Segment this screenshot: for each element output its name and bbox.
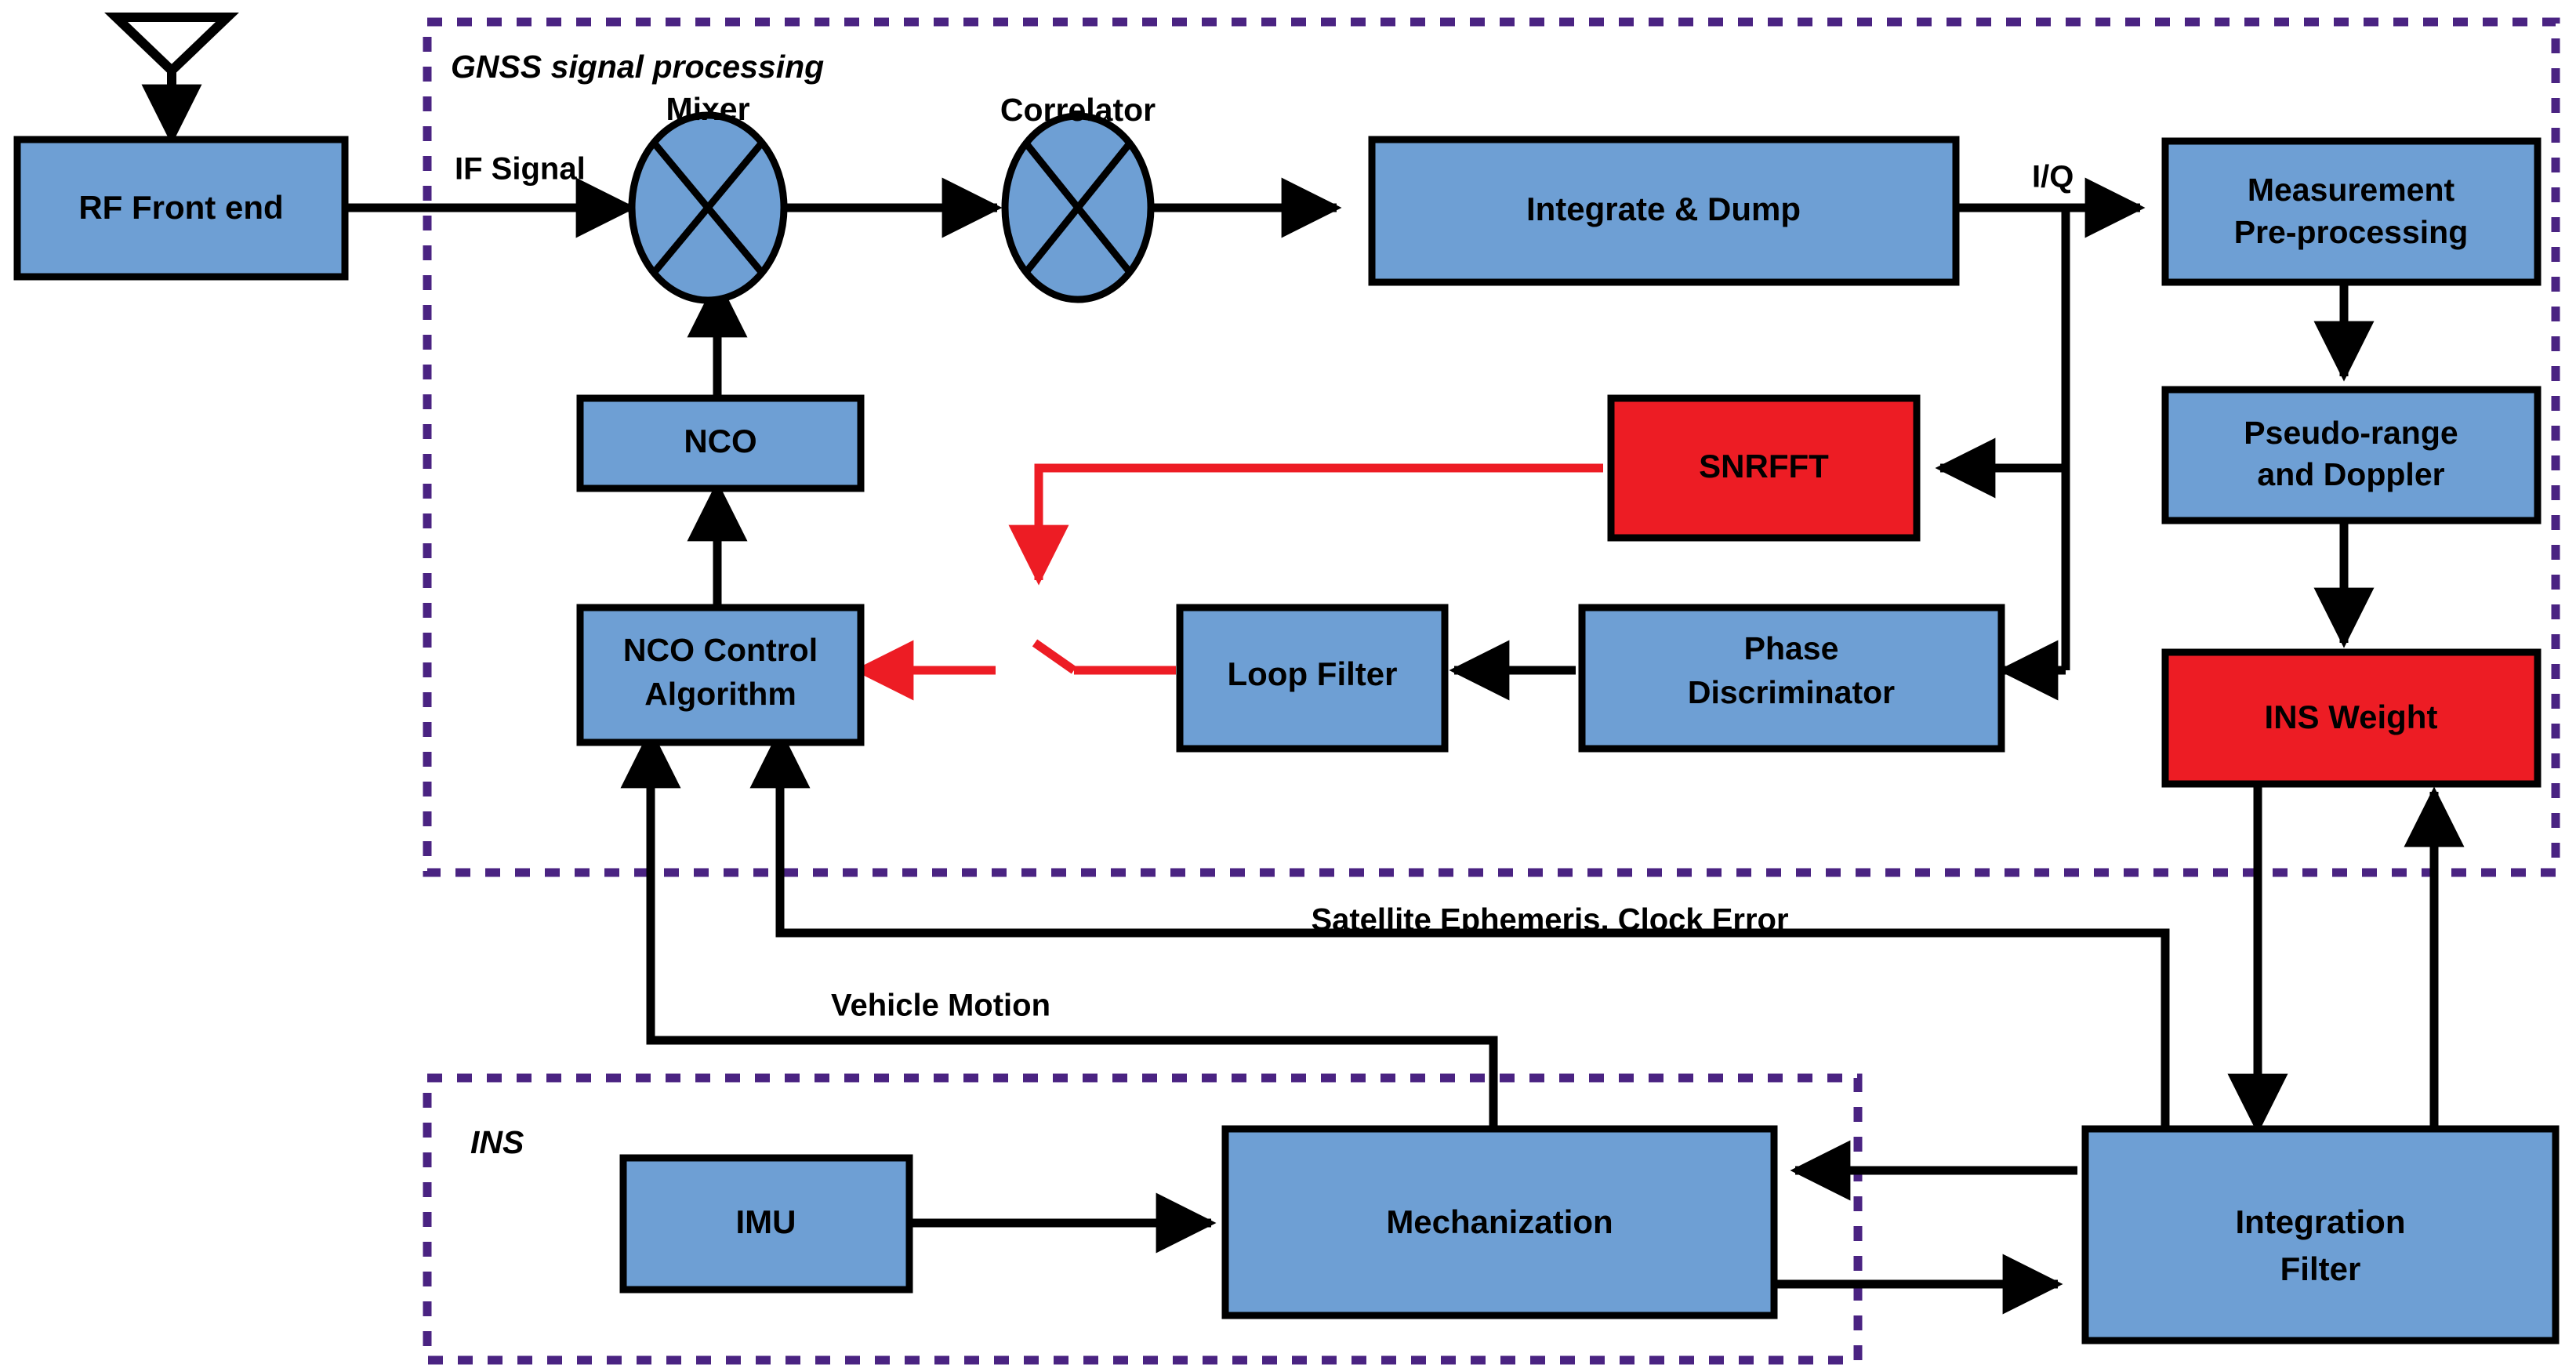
edge-label-satellite-ephemeris-clock-error: Satellite Ephemeris, Clock Error	[1311, 903, 1788, 938]
measurement-pre-processing-box[interactable]	[2161, 137, 2542, 286]
phase-discriminator-label-line1: Phase	[1744, 630, 1839, 666]
switch-icon[interactable]	[1032, 639, 1077, 674]
block-nco[interactable]: NCO	[576, 394, 865, 492]
edge-label-vehicle-motion: Vehicle Motion	[831, 989, 1050, 1023]
antenna-icon	[104, 13, 239, 145]
integration-filter-label-line1: Integration	[2236, 1203, 2406, 1240]
integrate-dump-label: Integrate & Dump	[1526, 191, 1801, 227]
mechanization-label: Mechanization	[1386, 1203, 1613, 1240]
nco-control-algorithm-label-line2: Algorithm	[644, 676, 796, 712]
ins-weight-label: INS Weight	[2265, 699, 2438, 735]
block-snrfft[interactable]: SNRFFT	[1607, 394, 1921, 542]
block-loop-filter[interactable]: Loop Filter	[1176, 604, 1449, 753]
edge-label-if-signal: IF Signal	[455, 152, 586, 187]
measurement-pre-processing-label-line2: Pre-processing	[2234, 214, 2469, 250]
pseudo-range-doppler-label-line2: and Doppler	[2257, 456, 2444, 492]
pseudo-range-doppler-label-line1: Pseudo-range	[2244, 415, 2458, 451]
measurement-pre-processing-label-line1: Measurement	[2248, 172, 2455, 208]
imu-label: IMU	[736, 1203, 796, 1240]
mixer-label: Mixer	[666, 91, 749, 127]
block-phase-discriminator[interactable]: Phase Discriminator	[1578, 604, 2005, 753]
loop-filter-label: Loop Filter	[1228, 655, 1398, 692]
block-imu[interactable]: IMU	[619, 1154, 913, 1294]
phase-discriminator-label-line2: Discriminator	[1688, 674, 1895, 710]
ins-group-label: INS	[470, 1124, 524, 1160]
switch-lever[interactable]	[1032, 639, 1077, 674]
block-mechanization[interactable]: Mechanization	[1221, 1125, 1778, 1319]
nco-label: NCO	[684, 423, 756, 459]
edge-label-iq: I/Q	[2032, 160, 2073, 194]
rf-front-end-label: RF Front end	[78, 189, 283, 226]
integration-filter-label-line2: Filter	[2280, 1250, 2361, 1287]
block-mixer[interactable]: Mixer	[628, 91, 788, 304]
block-correlator[interactable]: Correlator	[1000, 92, 1156, 303]
pseudo-range-doppler-box[interactable]	[2161, 386, 2542, 524]
gnss-group-label: GNSS signal processing	[451, 49, 824, 85]
block-diagram-canvas: GNSS signal processing INS RF Front end …	[0, 0, 2576, 1368]
block-integrate-dump[interactable]: Integrate & Dump	[1368, 136, 1960, 286]
correlator-label: Correlator	[1000, 92, 1156, 128]
diagram-svg: GNSS signal processing INS RF Front end …	[13, 13, 2560, 1365]
block-integration-filter[interactable]: Integration Filter	[2081, 1125, 2560, 1344]
block-rf-front-end[interactable]: RF Front end	[13, 136, 349, 281]
nco-control-algorithm-label-line1: NCO Control	[623, 632, 818, 668]
snrfft-label: SNRFFT	[1699, 448, 1829, 484]
block-ins-weight[interactable]: INS Weight	[2161, 648, 2542, 788]
block-nco-control-algorithm[interactable]: NCO Control Algorithm	[576, 604, 865, 746]
wire-snrfft-to-switch	[1008, 463, 1603, 586]
block-measurement-pre-processing[interactable]: Measurement Pre-processing	[2161, 137, 2542, 286]
block-pseudo-range-doppler[interactable]: Pseudo-range and Doppler	[2161, 386, 2542, 524]
